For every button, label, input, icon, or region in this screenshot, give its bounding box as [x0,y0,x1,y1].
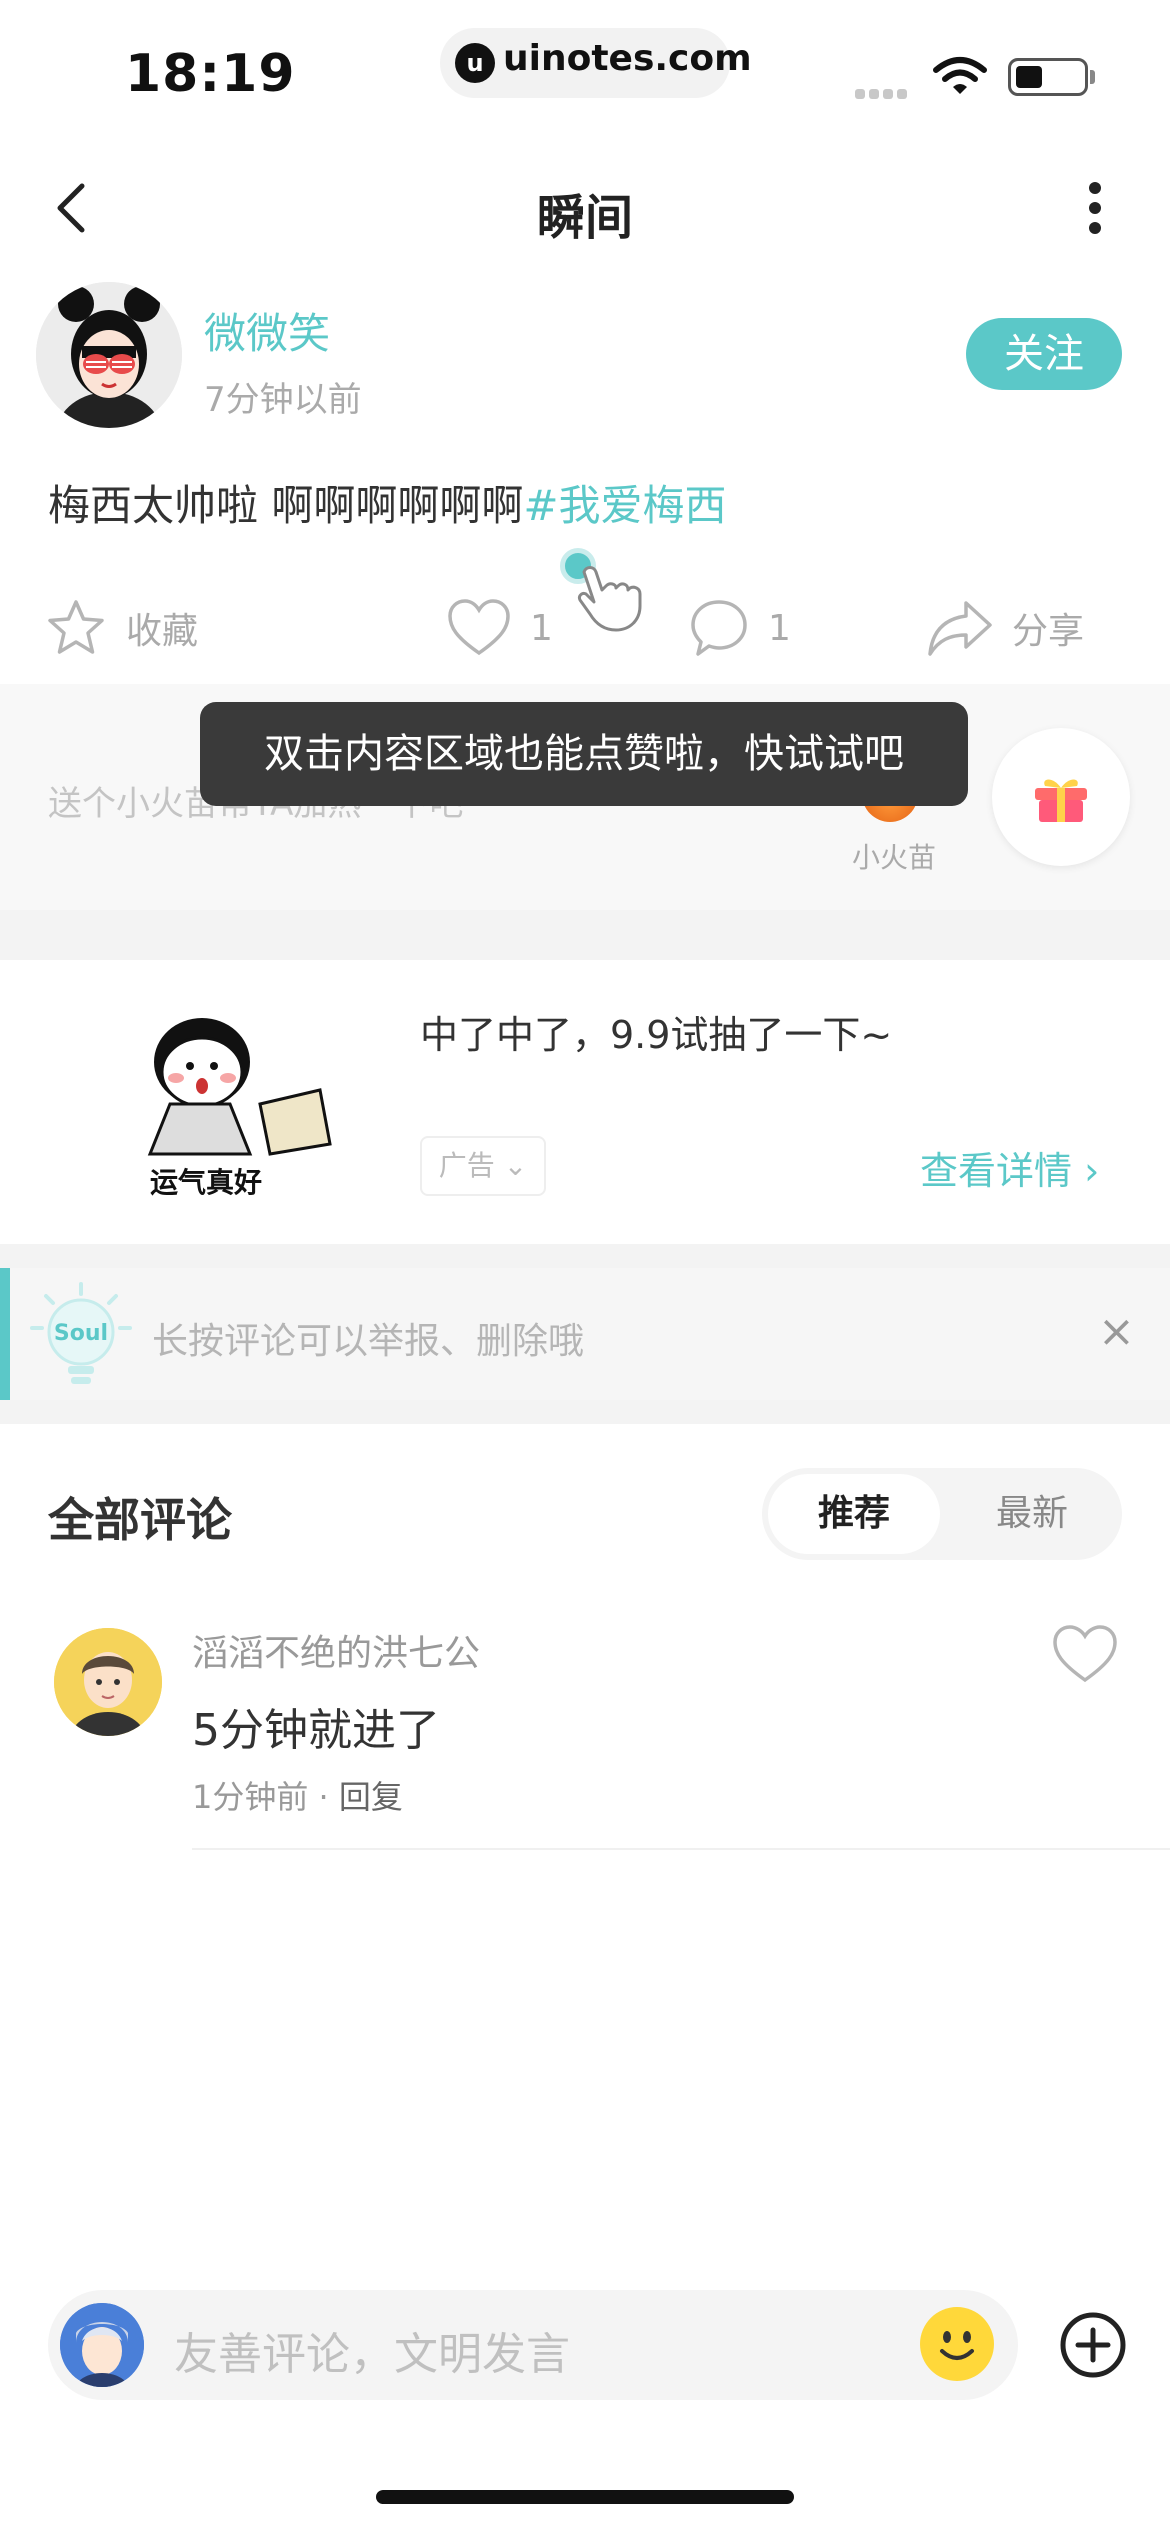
battery-icon [1008,58,1088,96]
ad-tag[interactable]: 广告 ⌄ [420,1136,546,1196]
post-content[interactable]: 梅西太帅啦 啊啊啊啊啊啊#我爱梅西 [48,472,727,533]
star-icon [48,600,104,654]
reply-button[interactable]: 回复 [339,1778,403,1816]
ad-image-caption: 运气真好 [150,1166,262,1196]
plus-circle-icon[interactable] [1058,2310,1128,2380]
tip-accent [0,1268,10,1400]
ad-title[interactable]: 中了中了，9.9试抽了一下~ [420,1004,892,1059]
page-title: 瞬间 [536,190,633,246]
post-time: 7分钟以前 [204,380,362,420]
comment-count: 1 [768,607,791,649]
follow-button[interactable]: 关注 [966,318,1122,390]
section-divider [0,1244,1170,1268]
home-indicator [376,2490,794,2504]
commenter-avatar-image [54,1628,162,1736]
hashtag-link[interactable]: #我爱梅西 [523,481,726,530]
sort-recommended-tab[interactable]: 推荐 [768,1474,940,1554]
ad-detail-link[interactable]: 查看详情 › [920,1140,1099,1195]
cellular-signal-icon [855,84,915,99]
battery-cap [1090,70,1095,84]
ad-tag-label: 广告 [438,1149,495,1182]
section-divider [0,1400,1170,1424]
comments-title: 全部评论 [48,1493,232,1547]
comment-button[interactable]: 1 [688,596,791,660]
chevron-right-icon: › [1072,1149,1100,1193]
status-time: 18:19 [125,44,296,104]
smiley-icon[interactable] [920,2307,994,2381]
author-avatar[interactable] [36,282,182,428]
close-icon[interactable]: × [1098,1306,1135,1357]
my-avatar[interactable] [60,2303,144,2387]
collect-label: 收藏 [126,611,199,652]
commenter-avatar[interactable] [54,1628,162,1736]
comment-time: 1分钟前 [192,1778,309,1816]
author-avatar-image [36,282,182,428]
site-logo-icon: u [455,43,495,83]
double-tap-tooltip: 双击内容区域也能点赞啦，快试试吧 [200,702,968,806]
comment-input-placeholder[interactable]: 友善评论，文明发言 [174,2318,570,2382]
smiley-face [923,2310,991,2378]
heart-icon [448,599,510,656]
comment-divider [192,1848,1170,1850]
tip-bulb-text: Soul [54,1321,108,1346]
comment-meta: 1分钟前 · 回复 [192,1772,403,1818]
like-button[interactable]: 1 [446,596,553,660]
ad-detail-label: 查看详情 [920,1149,1073,1193]
heart-icon[interactable] [1050,1622,1120,1686]
meta-dot: · [308,1778,339,1816]
section-divider [0,910,1170,960]
comment-body[interactable]: 5分钟就进了 [192,1694,440,1758]
share-label: 分享 [1012,611,1085,652]
fire-label: 小火苗 [852,841,937,874]
share-button[interactable]: 分享 [926,596,1084,660]
lightbulb-icon: Soul [30,1282,132,1384]
tip-text: 长按评论可以举报、删除哦 [152,1321,585,1362]
collect-button[interactable]: 收藏 [44,596,198,660]
more-vertical-icon[interactable] [1080,178,1110,238]
wifi-icon [933,57,987,94]
my-avatar-image [60,2303,144,2387]
ad-image-illustration: 运气真好 [110,1004,386,1196]
commenter-name[interactable]: 滔滔不绝的洪七公 [192,1624,480,1676]
share-arrow-icon [928,601,992,656]
ad-image[interactable]: 运气真好 [110,1004,386,1196]
author-name[interactable]: 微微笑 [204,300,330,361]
url-text[interactable]: uinotes.com [503,38,752,79]
post-text: 梅西太帅啦 啊啊啊啊啊啊 [48,481,524,530]
back-icon[interactable] [48,178,98,238]
chevron-down-icon: ⌄ [494,1149,528,1182]
hand-pointer-icon [578,566,642,632]
comment-bubble-icon [691,600,747,656]
like-count: 1 [530,607,553,649]
gift-icon [1035,779,1087,822]
sort-latest-tab[interactable]: 最新 [948,1474,1116,1554]
